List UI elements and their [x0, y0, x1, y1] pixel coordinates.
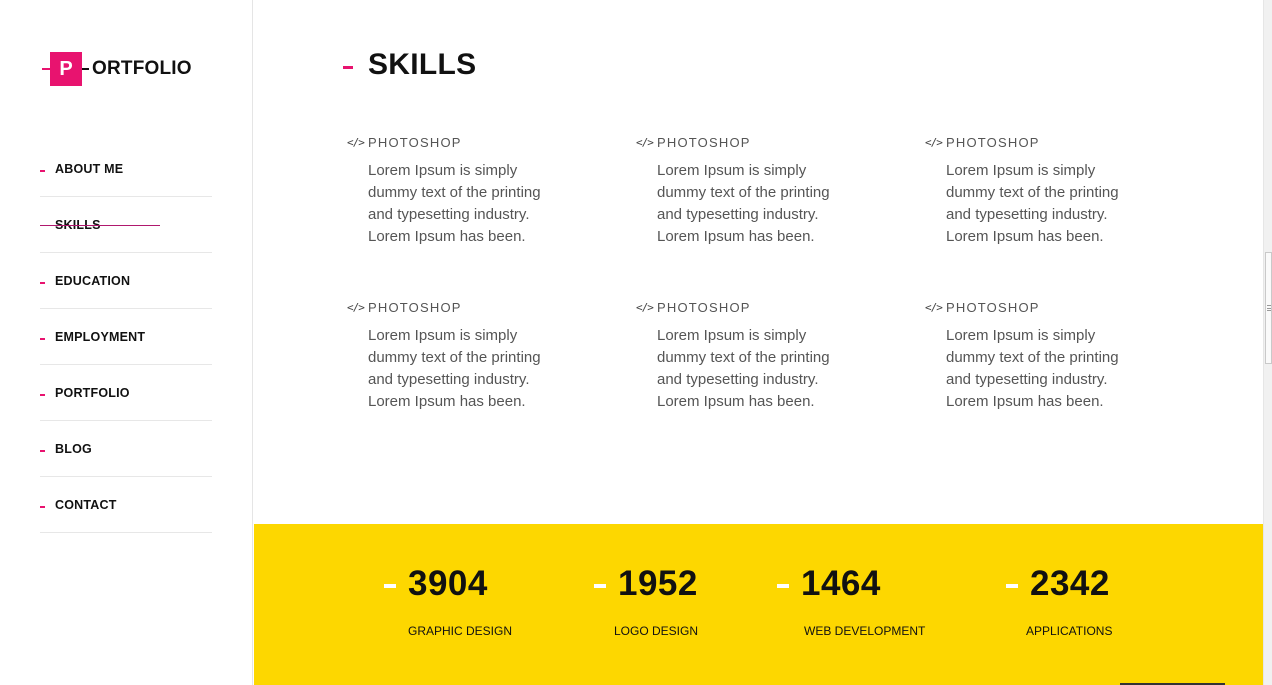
sidebar: P ORTFOLIO ABOUT ME SKILLS EDUCATION EMP…: [0, 0, 253, 685]
nav-dash: [40, 393, 45, 396]
skill-name: PHOTOSHOP: [657, 299, 751, 315]
nav-dash: [40, 281, 45, 284]
nav-item-contact[interactable]: CONTACT: [40, 477, 212, 533]
nav-label: EMPLOYMENT: [55, 329, 146, 344]
code-icon: </>: [636, 135, 654, 149]
skill-header: </> PHOTOSHOP: [636, 132, 896, 152]
logo-text: ORTFOLIO: [92, 58, 192, 79]
skill-card: </> PHOTOSHOP Lorem Ipsum is simply dumm…: [347, 297, 607, 413]
code-icon: </>: [636, 300, 654, 314]
stat-item: 1464 WEB DEVELOPMENT: [777, 564, 925, 638]
skill-description: Lorem Ipsum is simply dummy text of the …: [946, 327, 1119, 410]
stat-item: 2342 APPLICATIONS: [1006, 564, 1112, 638]
skill-header: </> PHOTOSHOP: [347, 132, 607, 152]
skill-card: </> PHOTOSHOP Lorem Ipsum is simply dumm…: [925, 132, 1185, 248]
skill-name: PHOTOSHOP: [368, 134, 462, 150]
main-content: SKILLS </> PHOTOSHOP Lorem Ipsum is simp…: [254, 0, 1263, 685]
active-indicator-line: [40, 225, 160, 226]
skill-description: Lorem Ipsum is simply dummy text of the …: [368, 327, 541, 410]
stat-value: 3904: [408, 564, 488, 603]
skill-header: </> PHOTOSHOP: [636, 297, 896, 317]
stat-label: WEB DEVELOPMENT: [804, 624, 926, 638]
nav-dash: [40, 449, 45, 452]
stat-row: 2342: [1006, 564, 1112, 604]
stat-row: 3904: [384, 564, 512, 604]
nav-item-about-me[interactable]: ABOUT ME: [40, 141, 212, 197]
stat-label: LOGO DESIGN: [614, 624, 699, 638]
skill-header: </> PHOTOSHOP: [347, 297, 607, 317]
skill-card: </> PHOTOSHOP Lorem Ipsum is simply dumm…: [636, 297, 896, 413]
skill-name: PHOTOSHOP: [368, 299, 462, 315]
logo-initial: P: [50, 52, 82, 86]
logo-dash: [42, 68, 50, 70]
stat-dash: [384, 584, 396, 588]
stat-row: 1952: [594, 564, 698, 604]
logo-dash: [82, 68, 89, 70]
code-icon: </>: [347, 300, 365, 314]
stat-item: 1952 LOGO DESIGN: [594, 564, 698, 638]
nav-item-employment[interactable]: EMPLOYMENT: [40, 309, 212, 365]
nav-label: CONTACT: [55, 497, 117, 512]
stat-dash: [1006, 584, 1018, 588]
nav-item-education[interactable]: EDUCATION: [40, 253, 212, 309]
code-icon: </>: [347, 135, 365, 149]
stat-label: APPLICATIONS: [1026, 624, 1113, 638]
grip-icon: [1267, 305, 1271, 311]
stat-value: 1464: [801, 564, 881, 603]
skill-description: Lorem Ipsum is simply dummy text of the …: [657, 327, 830, 410]
nav-item-blog[interactable]: BLOG: [40, 421, 212, 477]
stat-dash: [594, 584, 606, 588]
code-icon: </>: [925, 135, 943, 149]
stat-value: 2342: [1030, 564, 1110, 603]
skill-header: </> PHOTOSHOP: [925, 297, 1185, 317]
nav-dash: [40, 169, 45, 172]
stats-band: 3904 GRAPHIC DESIGN 1952 LOGO DESIGN 146…: [254, 524, 1263, 685]
code-icon: </>: [925, 300, 943, 314]
skill-header: </> PHOTOSHOP: [925, 132, 1185, 152]
nav-label: PORTFOLIO: [55, 385, 130, 400]
skill-description: Lorem Ipsum is simply dummy text of the …: [946, 162, 1119, 245]
nav-label: BLOG: [55, 441, 92, 456]
main-nav: ABOUT ME SKILLS EDUCATION EMPLOYMENT POR…: [40, 141, 212, 533]
nav-label: ABOUT ME: [55, 161, 124, 176]
nav-label: EDUCATION: [55, 273, 131, 288]
skill-name: PHOTOSHOP: [946, 299, 1040, 315]
heading-dash: [343, 65, 353, 69]
stat-row: 1464: [777, 564, 925, 604]
site-logo[interactable]: P ORTFOLIO: [42, 52, 222, 86]
nav-item-portfolio[interactable]: PORTFOLIO: [40, 365, 212, 421]
skill-card: </> PHOTOSHOP Lorem Ipsum is simply dumm…: [636, 132, 896, 248]
scrollbar-thumb[interactable]: [1265, 252, 1272, 364]
skill-card: </> PHOTOSHOP Lorem Ipsum is simply dumm…: [347, 132, 607, 248]
skill-description: Lorem Ipsum is simply dummy text of the …: [657, 162, 830, 245]
skill-name: PHOTOSHOP: [657, 134, 751, 150]
stat-item: 3904 GRAPHIC DESIGN: [384, 564, 512, 638]
nav-dash: [40, 337, 45, 340]
vertical-scrollbar[interactable]: [1263, 0, 1272, 685]
skill-card: </> PHOTOSHOP Lorem Ipsum is simply dumm…: [925, 297, 1185, 413]
skill-description: Lorem Ipsum is simply dummy text of the …: [368, 162, 541, 245]
nav-item-skills[interactable]: SKILLS: [40, 197, 212, 253]
section-title: SKILLS: [368, 48, 477, 81]
section-heading: SKILLS: [343, 48, 476, 82]
stat-label: GRAPHIC DESIGN: [408, 624, 513, 638]
skill-name: PHOTOSHOP: [946, 134, 1040, 150]
stat-dash: [777, 584, 789, 588]
stat-value: 1952: [618, 564, 698, 603]
nav-dash: [40, 505, 45, 508]
